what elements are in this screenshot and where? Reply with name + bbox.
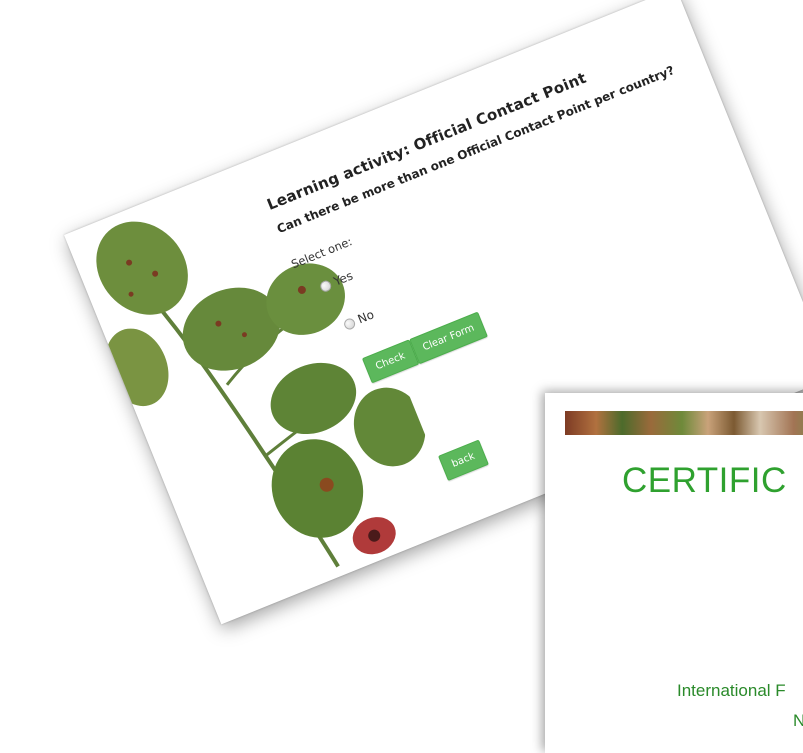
certificate-organization-line: International F (677, 681, 786, 700)
yes-label: Yes (331, 268, 355, 289)
certificate-second-line: N (793, 711, 803, 730)
clear-form-button[interactable]: Clear Form (408, 311, 489, 365)
yes-radio[interactable] (318, 278, 333, 293)
back-button[interactable]: back (438, 439, 489, 482)
no-label: No (355, 307, 377, 327)
certificate-title: CERTIFIC (622, 461, 787, 500)
quiz-content: Learning activity: Official Contact Poin… (264, 32, 752, 482)
no-radio[interactable] (342, 316, 357, 331)
certificate-banner-image (565, 411, 803, 435)
certificate-page: CERTIFIC International F N (545, 393, 803, 753)
